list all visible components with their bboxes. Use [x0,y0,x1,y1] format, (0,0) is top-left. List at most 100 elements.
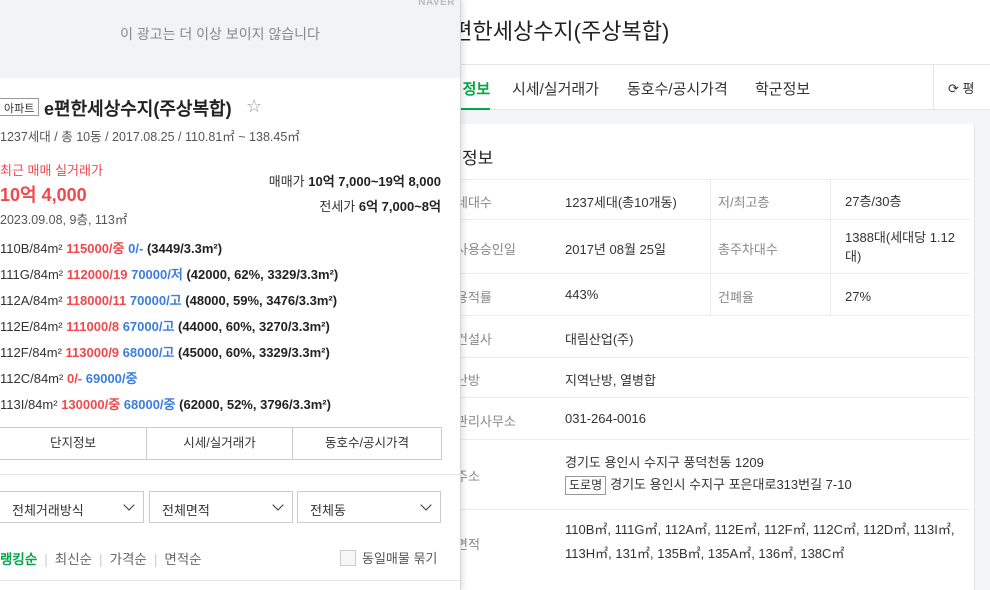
column-divider [710,180,711,219]
jeonse-price-label: 전세가 [319,199,356,214]
unit-row: 112E/84m² 111000/8 67000/고 (44000, 60%, … [0,316,330,335]
sale-price-range: 매매가 10억 7,000~19억 8,000 [269,171,441,190]
complex-summary: 1237세대 / 총 10동 / 2017.08.25 / 110.81㎡ ~ … [0,130,300,144]
building-select[interactable]: 전체동 [297,491,441,523]
chevron-down-icon [123,499,135,511]
unit-detail: (45000, 60%, 3329/3.3m²) [178,345,330,360]
info-value: 1388대(세대당 1.12대) [845,230,956,264]
info-label: 건설사 [456,332,492,347]
sort-ranking[interactable]: 랭킹순 [0,552,37,567]
unit-sale-price: 115000/중 [66,241,125,256]
unit-public-price-button[interactable]: 동호수/공시가격 [293,428,441,459]
complex-info-button[interactable]: 단지정보 [0,428,147,459]
star-icon[interactable]: ☆ [246,96,262,117]
sort-price[interactable]: 가격순 [110,552,147,567]
unit-jeonse-price: 69000/중 [85,371,138,386]
sort-options: 랭킹순 | 최신순 | 가격순 | 면적순 [0,548,202,568]
info-value: 27% [845,289,872,304]
unit-jeonse-price: 70000/저 [131,267,183,282]
ad-banner: NAVER 이 광고는 더 이상 보이지 않습니다 [0,0,460,78]
complex-action-buttons: 단지정보 시세/실거래가 동호수/공시가격 [0,427,442,460]
unit-type: 113I/84m² [0,397,58,412]
info-row-area: 면적 110B㎡, 111G㎡, 112A㎡, 112E㎡, 112F㎡, 11… [440,509,970,579]
info-label: 세대수 [456,195,492,210]
group-same-listings-label: 동일매물 묶기 [362,551,438,566]
info-label: 사용승인일 [456,242,516,257]
info-label: 관리사무소 [456,414,516,429]
tab-unit-public-price[interactable]: 동호수/공시가격 [627,78,728,99]
tab-school[interactable]: 학군정보 [755,78,810,99]
info-value: 443% [565,287,599,302]
info-row: 용적률 443% 건폐율 27% [440,273,970,315]
divider: | [153,552,158,567]
unit-detail: (62000, 52%, 3796/3.3m²) [179,397,331,412]
complex-name[interactable]: e편한세상수지(주상복합) [44,95,232,121]
info-row: 난방 지역난방, 열병합 [440,357,970,397]
info-label: 건폐율 [718,290,754,305]
info-label: 용적률 [456,290,492,305]
column-divider [830,274,831,315]
info-row: 건설사 대림산업(주) [440,315,970,357]
unit-detail: (44000, 60%, 3270/3.3m²) [178,319,330,334]
unit-row: 113I/84m² 130000/중 68000/중 (62000, 52%, … [0,394,331,413]
divider [0,474,460,475]
pyeong-toggle-button[interactable]: ⟳ 평 [933,65,990,109]
refresh-icon: ⟳ [948,81,959,96]
unit-jeonse-price: 70000/고 [129,293,182,308]
ad-hidden-message: 이 광고는 더 이상 보이지 않습니다 [120,26,320,42]
divider [0,580,460,581]
area-select[interactable]: 전체면적 [149,491,293,523]
road-address-text: 경기도 용인시 수지구 포은대로313번길 7-10 [610,477,852,492]
unit-jeonse-price: 68000/중 [123,397,176,412]
unit-row: 112C/84m² 0/- 69000/중 [0,368,138,387]
detail-body: 단지 정보 세대수 1237세대(총10개동) 저/최고층 27층/30층 사용… [426,110,990,590]
sale-price-label: 매매가 [268,174,305,189]
detail-tabs: 단지정보 시세/실거래가 동호수/공시가격 학군정보 ⟳ 평 [435,64,990,111]
unit-row: 112A/84m² 118000/11 70000/고 (48000, 59%,… [0,290,337,309]
info-label: 총주차대수 [718,242,778,257]
group-same-listings-checkbox[interactable]: 동일매물 묶기 [340,548,437,567]
area-list: 110B㎡, 111G㎡, 112A㎡, 112E㎡, 112F㎡, 112C㎡… [565,522,955,561]
sort-latest[interactable]: 최신순 [55,552,92,567]
info-value: 27층/30층 [845,194,902,209]
unit-sale-price: 130000/중 [61,397,121,412]
unit-jeonse-price: 68000/고 [122,345,175,360]
trade-type-select[interactable]: 전체거래방식 [0,491,144,523]
unit-jeonse-price: 0/- [128,241,144,256]
recent-trade-price: 10억 4,000 [0,185,87,205]
unit-sale-price: 111000/8 [66,319,120,334]
road-name-badge: 도로명 [565,476,607,495]
pyeong-label: 평 [962,81,975,96]
checkbox-box[interactable] [340,550,356,566]
unit-row: 111G/84m² 112000/19 70000/저 (42000, 62%,… [0,264,338,283]
building-value: 전체동 [310,503,346,518]
info-row: 세대수 1237세대(총10개동) 저/최고층 27층/30층 [440,179,970,219]
info-value: 1237세대(총10개동) [565,195,677,210]
sort-area[interactable]: 면적순 [164,552,201,567]
unit-sale-price: 112000/19 [66,267,128,282]
unit-type: 110B/84m² [0,241,63,256]
trade-type-value: 전체거래방식 [12,503,84,518]
jeonse-price-value: 6억 7,000~8억 [358,199,441,214]
chevron-down-icon [272,499,284,511]
tab-market-price[interactable]: 시세/실거래가 [512,78,599,99]
info-value: 대림산업(주) [565,332,634,347]
column-divider [710,274,711,315]
unit-detail: (42000, 62%, 3329/3.3m²) [186,267,339,282]
unit-detail: (48000, 59%, 3476/3.3m²) [185,293,338,308]
jibun-address: 경기도 용인시 수지구 풍덕천동 1209 [565,455,764,470]
complex-info-card: 단지 정보 세대수 1237세대(총10개동) 저/최고층 27층/30층 사용… [426,124,975,590]
market-price-button[interactable]: 시세/실거래가 [147,428,293,459]
unit-sale-price: 118000/11 [66,293,127,308]
unit-detail: (3449/3.3m²) [146,241,223,256]
detail-title: e편한세상수지(주상복합) [440,19,670,44]
unit-row: 110B/84m² 115000/중 0/- (3449/3.3m²) [0,238,222,257]
recent-trade-date: 2023.09.08, 9층, 113㎡ [0,213,128,227]
info-label: 저/최고층 [718,195,770,210]
jeonse-price-range: 전세가 6억 7,000~8억 [319,196,441,215]
column-divider [830,220,831,273]
info-row: 사용승인일 2017년 08월 25일 총주차대수 1388대(세대당 1.12… [440,219,970,273]
area-value: 전체면적 [162,503,210,518]
recent-trade-label: 최근 매매 실거래가 [0,163,103,178]
divider: | [99,552,103,567]
